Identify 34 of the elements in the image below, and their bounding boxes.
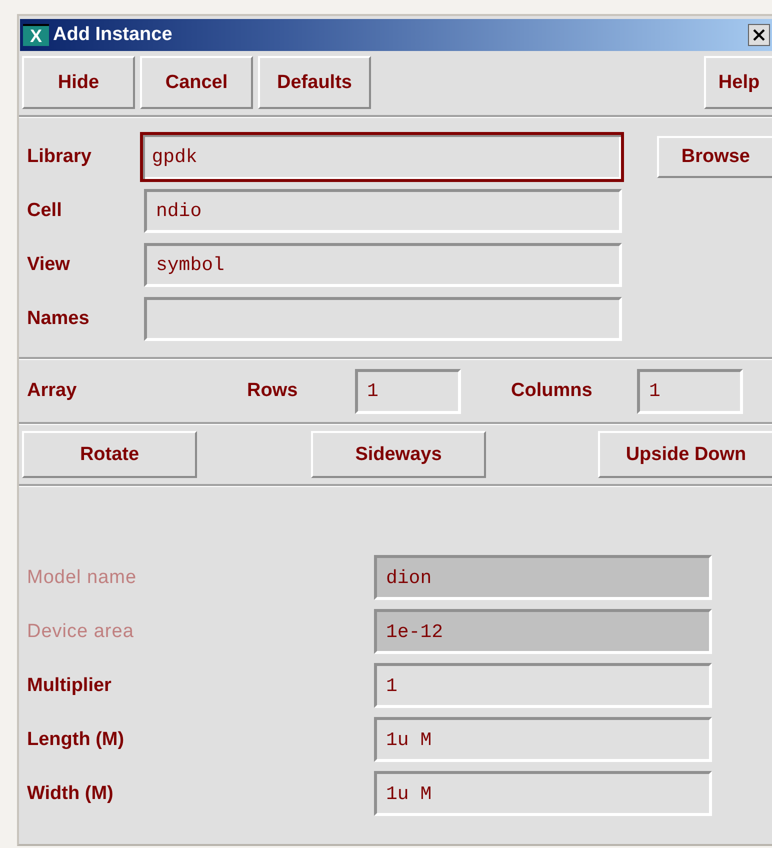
parameter-field[interactable]: 1	[374, 663, 712, 708]
parameter-label: Model name	[26, 566, 138, 588]
text-field[interactable]: symbol	[144, 243, 622, 287]
parameter-label: Length (M)	[26, 728, 126, 750]
window-title: Add Instance	[53, 24, 174, 46]
app-logo: X	[23, 24, 49, 46]
browse-button[interactable]: Browse	[657, 136, 772, 178]
text-field[interactable]	[144, 297, 622, 341]
field-label: Cell	[26, 200, 63, 222]
orientation-button[interactable]: Rotate	[22, 431, 197, 478]
parameter-field: 1e-12	[374, 609, 712, 654]
array-label: Array	[26, 380, 78, 402]
close-icon[interactable]	[748, 24, 770, 46]
columns-field[interactable]: 1	[637, 368, 743, 414]
field-label: View	[26, 254, 71, 276]
dialog-button[interactable]: Cancel	[140, 56, 253, 109]
field-label: Names	[26, 308, 90, 330]
orientation-button[interactable]: Upside Down	[598, 431, 772, 478]
parameter-label: Multiplier	[26, 674, 112, 696]
parameter-label: Width (M)	[26, 782, 114, 804]
columns-label: Columns	[511, 380, 594, 402]
rows-label: Rows	[247, 380, 299, 402]
field-label: Library	[26, 146, 92, 168]
text-field[interactable]: ndio	[144, 189, 622, 233]
dialog-button[interactable]: Help	[704, 56, 772, 109]
parameter-field[interactable]: 1u M	[374, 771, 712, 816]
rows-field[interactable]: 1	[355, 368, 461, 414]
parameter-label: Device area	[26, 620, 135, 642]
dialog-button[interactable]: Defaults	[258, 56, 371, 109]
parameter-field: dion	[374, 555, 712, 600]
orientation-button[interactable]: Sideways	[311, 431, 486, 478]
dialog-button[interactable]: Hide	[22, 56, 135, 109]
parameter-field[interactable]: 1u M	[374, 717, 712, 762]
text-field[interactable]: gpdk	[140, 132, 624, 182]
